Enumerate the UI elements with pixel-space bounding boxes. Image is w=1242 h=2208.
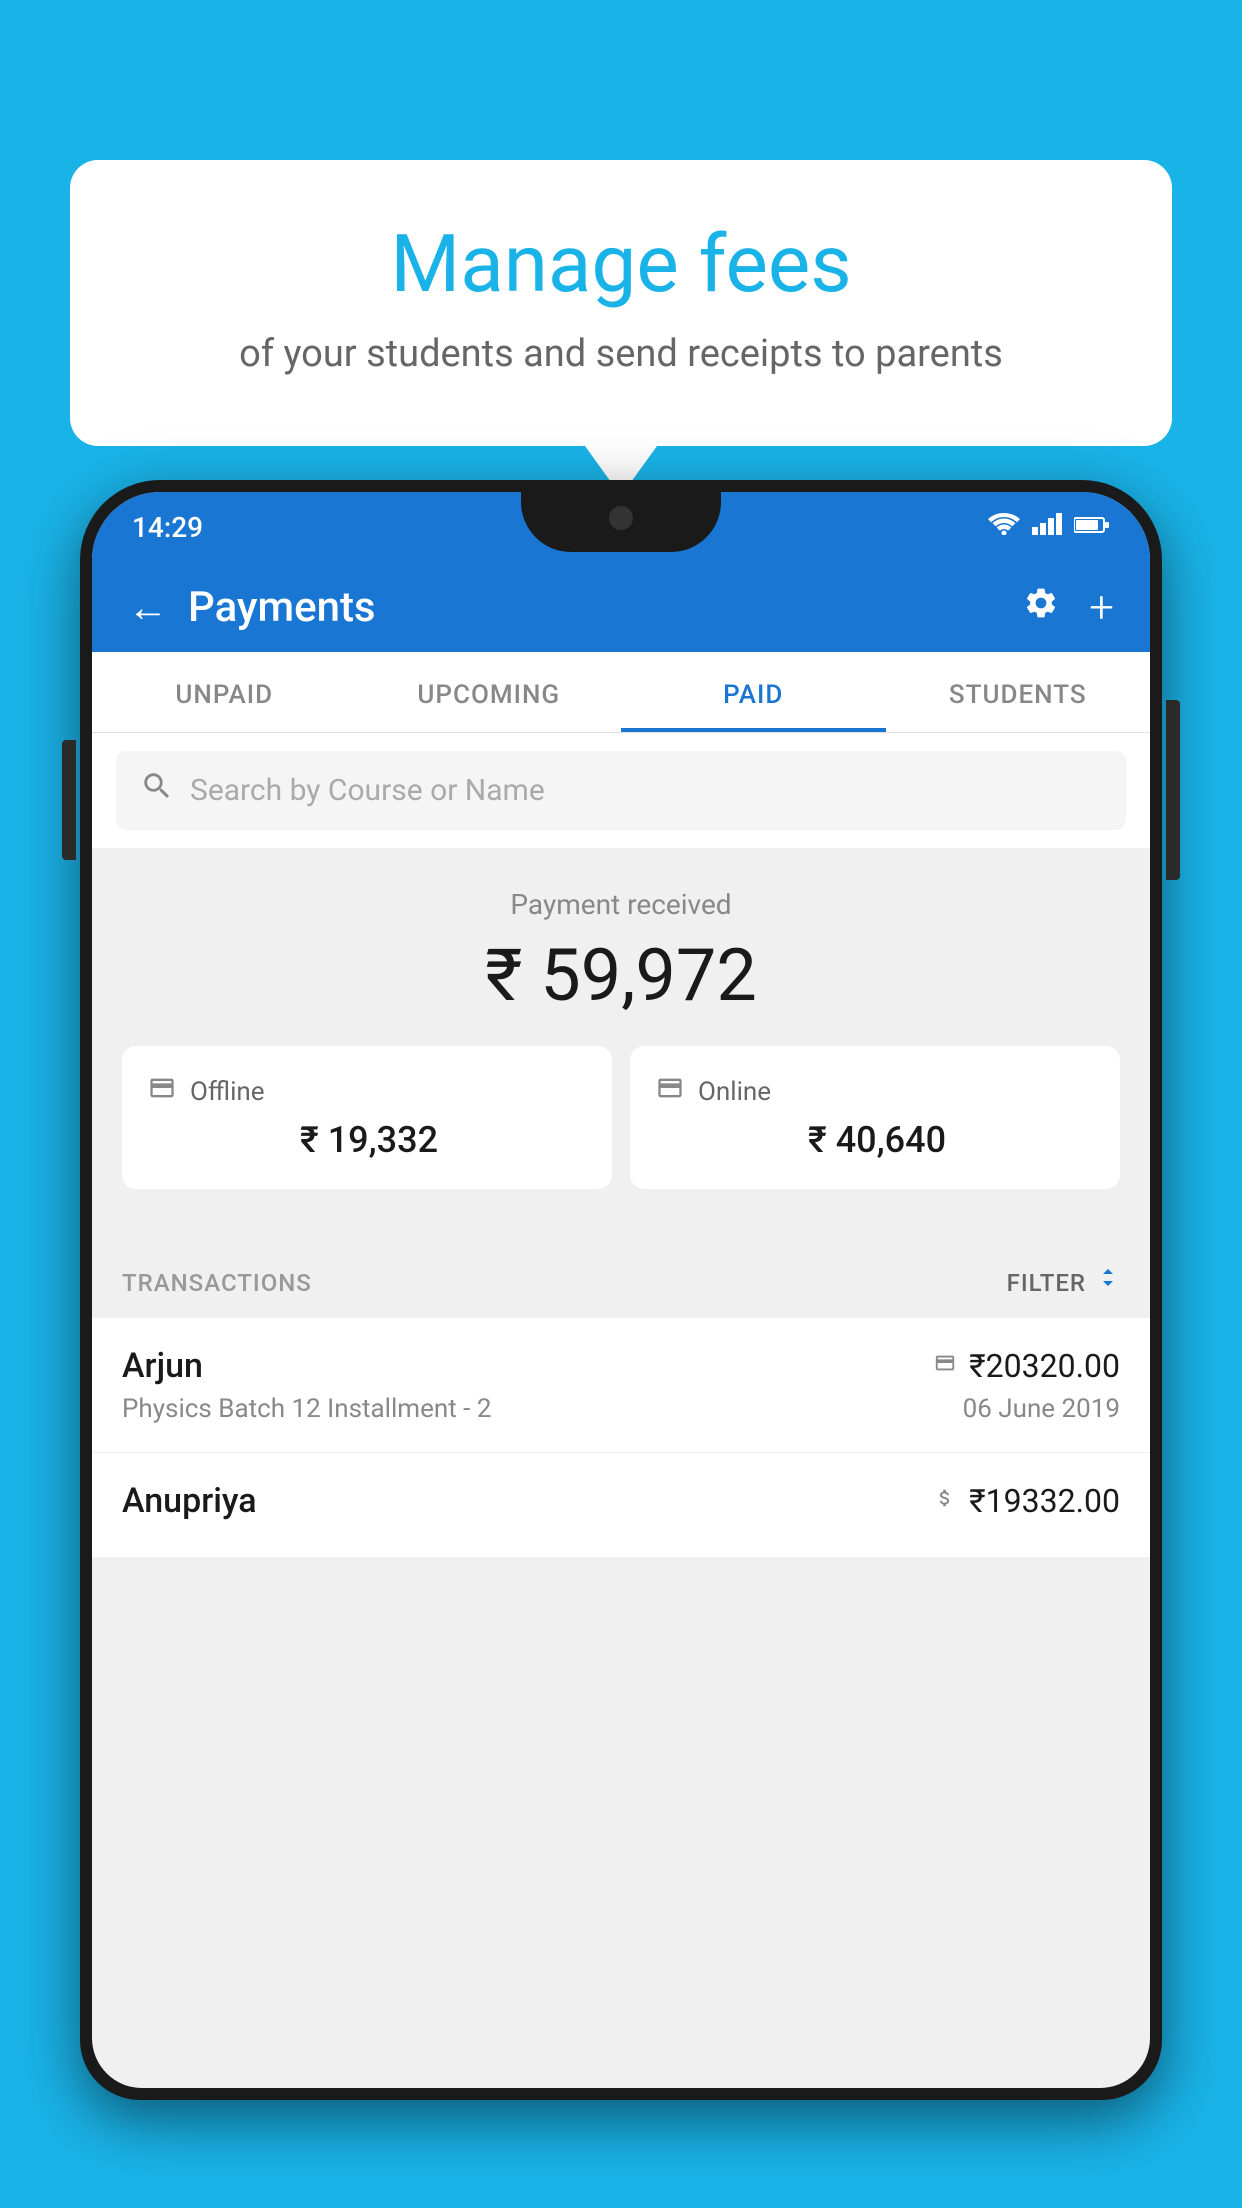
speech-bubble: Manage fees of your students and send re… bbox=[70, 160, 1172, 446]
header-icons: + bbox=[1023, 581, 1114, 633]
filter-label: FILTER bbox=[1007, 1269, 1086, 1297]
phone-screen: 14:29 bbox=[92, 492, 1150, 2088]
payment-type-icon-anupriya bbox=[931, 1486, 959, 1516]
search-icon bbox=[140, 769, 174, 812]
camera-dot bbox=[609, 506, 633, 530]
wifi-icon bbox=[988, 512, 1020, 542]
transaction-name-anupriya: Anupriya bbox=[122, 1481, 257, 1521]
online-card-header: Online bbox=[654, 1074, 1096, 1109]
status-bar: 14:29 bbox=[92, 492, 1150, 562]
filter-icon bbox=[1096, 1267, 1120, 1298]
filter-button[interactable]: FILTER bbox=[1007, 1267, 1120, 1298]
transaction-amount-value-arjun: ₹20320.00 bbox=[969, 1347, 1120, 1385]
status-time: 14:29 bbox=[132, 511, 203, 544]
app-header: ← Payments + bbox=[92, 562, 1150, 652]
bubble-title: Manage fees bbox=[120, 220, 1122, 308]
offline-card-header: Offline bbox=[146, 1074, 588, 1109]
online-icon bbox=[654, 1074, 686, 1109]
status-icons bbox=[988, 512, 1110, 542]
transaction-row[interactable]: Anupriya ₹19332.00 bbox=[92, 1453, 1150, 1558]
payment-received-section: Payment received ₹ 59,972 Offline bbox=[92, 848, 1150, 1247]
transaction-amount-arjun: ₹20320.00 bbox=[931, 1347, 1120, 1385]
search-placeholder-text: Search by Course or Name bbox=[190, 773, 545, 808]
transactions-header: TRANSACTIONS FILTER bbox=[92, 1247, 1150, 1318]
transaction-top-anupriya: Anupriya ₹19332.00 bbox=[122, 1481, 1120, 1521]
transaction-course-arjun: Physics Batch 12 Installment - 2 bbox=[122, 1394, 491, 1424]
transaction-name-arjun: Arjun bbox=[122, 1346, 203, 1386]
payment-received-amount: ₹ 59,972 bbox=[122, 933, 1120, 1018]
search-container: Search by Course or Name bbox=[92, 733, 1150, 848]
phone-frame: 14:29 bbox=[80, 480, 1162, 2208]
offline-label: Offline bbox=[190, 1077, 265, 1107]
bubble-subtitle: of your students and send receipts to pa… bbox=[120, 332, 1122, 376]
tab-unpaid[interactable]: UNPAID bbox=[92, 652, 357, 732]
payment-cards: Offline ₹ 19,332 Online bbox=[122, 1046, 1120, 1217]
offline-icon bbox=[146, 1074, 178, 1109]
settings-button[interactable] bbox=[1023, 585, 1059, 630]
transaction-row[interactable]: Arjun ₹20320.00 Physics Batch 12 Install… bbox=[92, 1318, 1150, 1453]
online-label: Online bbox=[698, 1077, 771, 1107]
search-bar[interactable]: Search by Course or Name bbox=[116, 751, 1126, 830]
transactions-label: TRANSACTIONS bbox=[122, 1269, 312, 1297]
add-button[interactable]: + bbox=[1089, 581, 1114, 633]
signal-icon bbox=[1032, 512, 1062, 542]
transaction-bottom-arjun: Physics Batch 12 Installment - 2 06 June… bbox=[122, 1394, 1120, 1424]
tab-students[interactable]: STUDENTS bbox=[886, 652, 1151, 732]
payment-type-icon-arjun bbox=[931, 1351, 959, 1381]
tabs-bar: UNPAID UPCOMING PAID STUDENTS bbox=[92, 652, 1150, 733]
offline-payment-card: Offline ₹ 19,332 bbox=[122, 1046, 612, 1189]
transaction-amount-anupriya: ₹19332.00 bbox=[931, 1482, 1120, 1520]
back-button[interactable]: ← bbox=[128, 584, 168, 631]
payment-received-label: Payment received bbox=[122, 888, 1120, 921]
offline-amount: ₹ 19,332 bbox=[146, 1119, 588, 1161]
phone-outer: 14:29 bbox=[80, 480, 1162, 2100]
tab-paid[interactable]: PAID bbox=[621, 652, 886, 732]
battery-icon bbox=[1074, 516, 1110, 538]
app-title: Payments bbox=[188, 583, 1003, 632]
transaction-top-arjun: Arjun ₹20320.00 bbox=[122, 1346, 1120, 1386]
transaction-amount-value-anupriya: ₹19332.00 bbox=[969, 1482, 1120, 1520]
transaction-date-arjun: 06 June 2019 bbox=[963, 1394, 1120, 1424]
tab-upcoming[interactable]: UPCOMING bbox=[357, 652, 622, 732]
online-amount: ₹ 40,640 bbox=[654, 1119, 1096, 1161]
online-payment-card: Online ₹ 40,640 bbox=[630, 1046, 1120, 1189]
